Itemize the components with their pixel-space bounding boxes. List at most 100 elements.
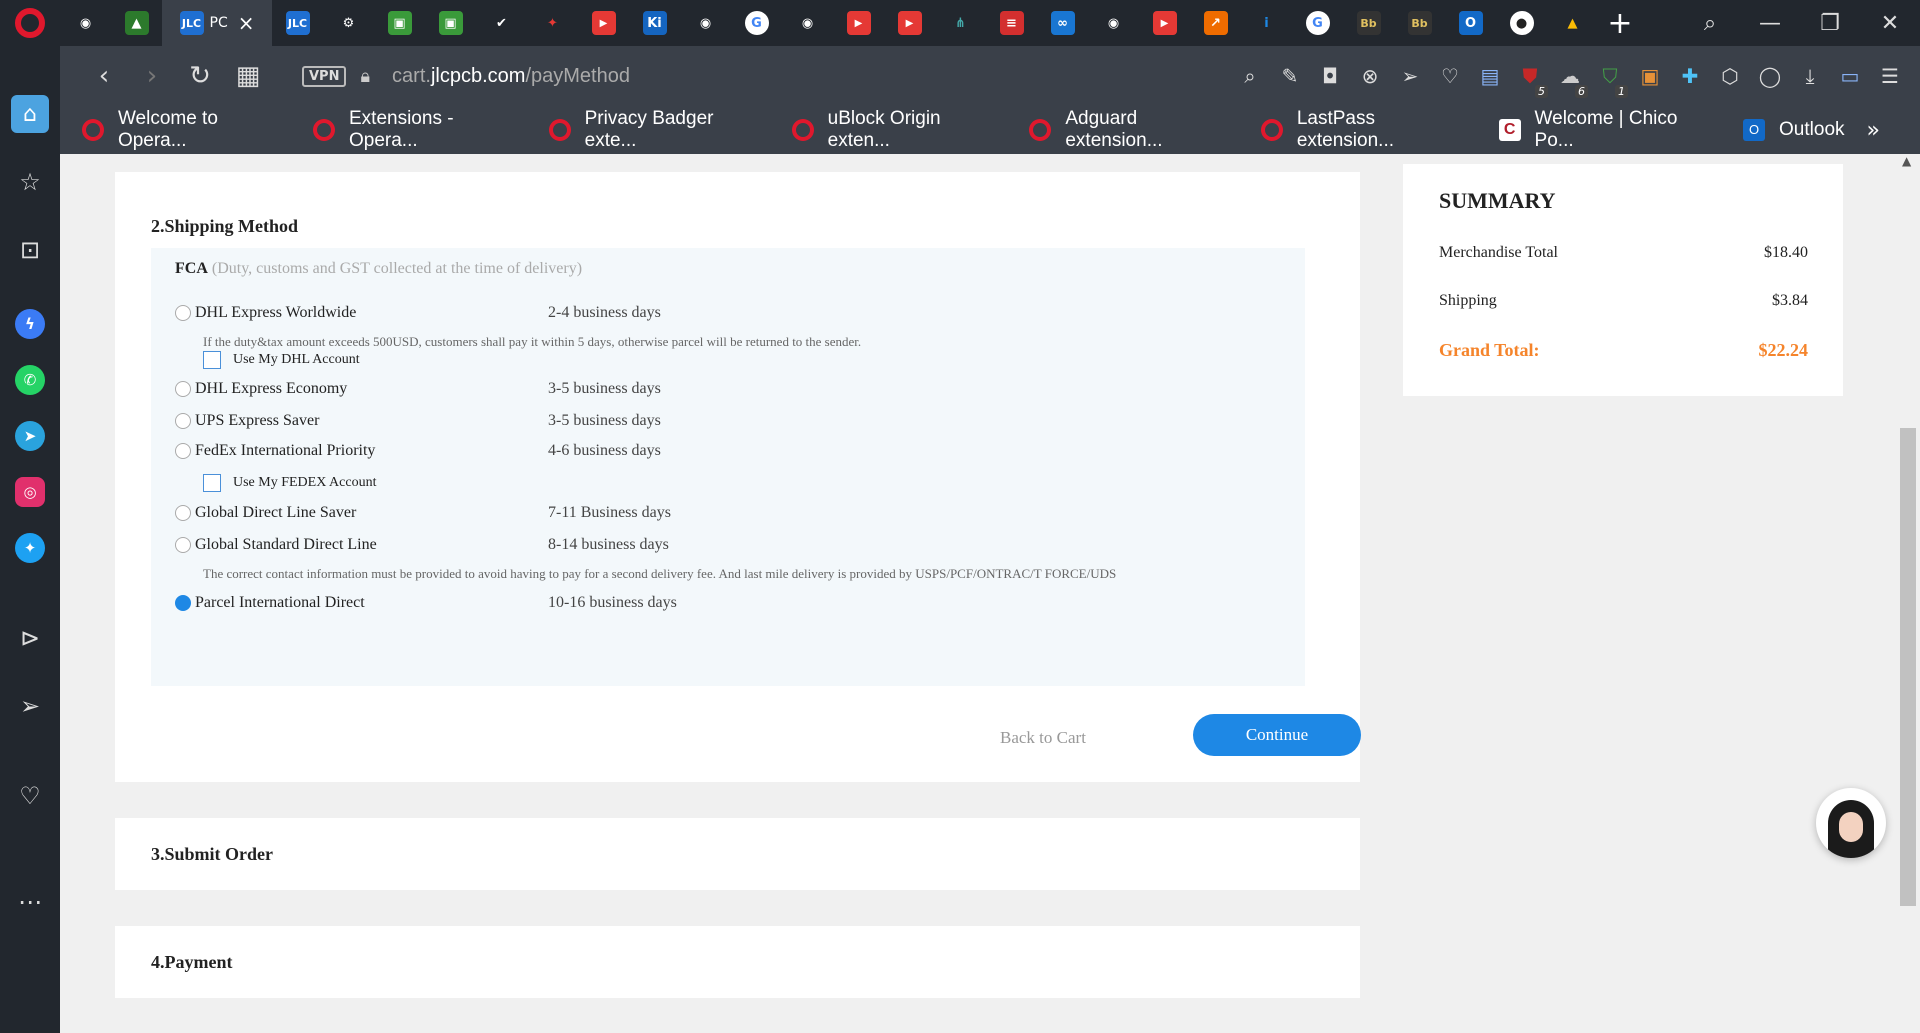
speed-dial-button[interactable]: ▦ xyxy=(224,61,272,91)
tab-network[interactable]: ⋔ xyxy=(935,0,986,46)
tab-outlook[interactable]: O xyxy=(1445,0,1496,46)
bookmark-item[interactable]: Privacy Badger exte... xyxy=(548,108,770,152)
scroll-up-icon[interactable]: ▲ xyxy=(1902,154,1911,168)
tab-google-2[interactable]: G xyxy=(1292,0,1343,46)
shipping-option[interactable]: Global Direct Line Saver xyxy=(175,504,547,522)
reload-button[interactable]: ↻ xyxy=(176,61,224,91)
bookmark-item[interactable]: O Outlook xyxy=(1743,119,1845,141)
forward-button[interactable]: › xyxy=(128,61,176,91)
bookmark-item[interactable]: LastPass extension... xyxy=(1260,108,1477,152)
sidebar-instagram[interactable]: ◎ xyxy=(0,464,60,520)
fedex-account-checkbox[interactable]: Use My FEDEX Account xyxy=(203,474,377,492)
back-to-cart-link[interactable]: Back to Cart xyxy=(1000,728,1086,748)
adblock-icon[interactable]: ☁ 6 xyxy=(1550,64,1590,98)
shipping-option[interactable]: FedEx International Priority xyxy=(175,442,547,460)
new-tab-button[interactable]: + xyxy=(1598,6,1642,41)
sidebar-player[interactable]: ⊳ xyxy=(0,610,60,666)
tab-check[interactable]: ✔ xyxy=(476,0,527,46)
sidebar-more[interactable]: ⋯ xyxy=(0,874,60,930)
page-scrollbar[interactable]: ▲ xyxy=(1896,154,1920,1033)
tab-orange[interactable]: ↗ xyxy=(1190,0,1241,46)
radio-button[interactable] xyxy=(175,305,191,321)
tab-youtube-4[interactable]: ▶ xyxy=(1139,0,1190,46)
heart-icon[interactable]: ♡ xyxy=(1430,64,1470,88)
box-icon[interactable]: ⬡ xyxy=(1710,64,1750,88)
shipping-option[interactable]: UPS Express Saver xyxy=(175,412,547,430)
radio-button[interactable] xyxy=(175,381,191,397)
download-icon[interactable]: ⤓ xyxy=(1790,64,1830,88)
tab-globe[interactable]: ◉ xyxy=(60,0,111,46)
shipping-option[interactable]: DHL Express Worldwide xyxy=(175,304,547,322)
puzzle-icon[interactable]: ✚ xyxy=(1670,64,1710,88)
sidebar-telegram[interactable]: ➤ xyxy=(0,408,60,464)
bookmarks-more-button[interactable]: » xyxy=(1867,118,1880,143)
zoom-icon[interactable]: ⌕ xyxy=(1230,64,1270,88)
tab-blue-2[interactable]: i xyxy=(1241,0,1292,46)
sidebar-flow[interactable]: ➢ xyxy=(0,678,60,734)
close-window-button[interactable]: ✕ xyxy=(1860,11,1920,36)
tab-ki[interactable]: Ki xyxy=(629,0,680,46)
sidebar-messenger[interactable]: ϟ xyxy=(0,296,60,352)
checkbox[interactable] xyxy=(203,474,221,492)
profile-icon[interactable]: ◯ xyxy=(1750,64,1790,88)
tab-youtube-3[interactable]: ▶ xyxy=(884,0,935,46)
tab-jlc-2[interactable]: JLC xyxy=(272,0,323,46)
ublock-icon[interactable]: ⛊ 5 xyxy=(1510,64,1550,98)
sidebar-whatsapp[interactable]: ✆ xyxy=(0,352,60,408)
tab-globe-4[interactable]: ◉ xyxy=(1088,0,1139,46)
radio-button[interactable] xyxy=(175,537,191,553)
adguard-icon[interactable]: ⛉ 1 xyxy=(1590,64,1630,98)
radio-button[interactable] xyxy=(175,505,191,521)
camera-icon[interactable]: ◘ xyxy=(1310,64,1350,88)
tab-youtube-2[interactable]: ▶ xyxy=(833,0,884,46)
radio-button-selected[interactable] xyxy=(175,595,191,611)
extension-icon[interactable]: ▣ xyxy=(1630,64,1670,88)
radio-button[interactable] xyxy=(175,413,191,429)
tab-green-2[interactable]: ▣ xyxy=(374,0,425,46)
sidebar-home[interactable]: ⌂ xyxy=(0,86,60,142)
sidebar-shopping[interactable]: ⊡ xyxy=(0,222,60,278)
shipping-option[interactable]: DHL Express Economy xyxy=(175,380,547,398)
tab-globe-3[interactable]: ◉ xyxy=(782,0,833,46)
bookmark-item[interactable]: uBlock Origin exten... xyxy=(791,108,1008,152)
vpn-badge[interactable]: VPN xyxy=(302,65,347,87)
sidebar-twitter[interactable]: ✦ xyxy=(0,520,60,576)
checkbox[interactable] xyxy=(203,351,221,369)
bookmark-item[interactable]: C Welcome | Chico Po... xyxy=(1498,108,1721,152)
tab-settings[interactable]: ⚙ xyxy=(323,0,374,46)
tab-green[interactable]: ▲ xyxy=(111,0,162,46)
continue-button[interactable]: Continue xyxy=(1193,714,1361,756)
edit-icon[interactable]: ✎ xyxy=(1270,64,1310,88)
sidebar-pinboard[interactable]: ♡ xyxy=(0,768,60,824)
battery-icon[interactable]: ▭ xyxy=(1830,64,1870,88)
shipping-option-selected[interactable]: Parcel International Direct xyxy=(175,594,547,612)
tab-google[interactable]: G xyxy=(731,0,782,46)
tab-globe-2[interactable]: ◉ xyxy=(680,0,731,46)
support-chat-avatar[interactable] xyxy=(1816,788,1886,858)
bookmark-item[interactable]: Welcome to Opera... xyxy=(82,108,291,152)
tab-jlcpcb[interactable]: JLC PC × xyxy=(162,0,272,46)
tab-youtube[interactable]: ▶ xyxy=(578,0,629,46)
tab-red[interactable]: ✦ xyxy=(527,0,578,46)
tab-github[interactable]: ● xyxy=(1496,0,1547,46)
minimize-button[interactable]: — xyxy=(1740,11,1800,36)
restore-button[interactable]: ❐ xyxy=(1800,11,1860,36)
tab-bb-2[interactable]: Bb xyxy=(1394,0,1445,46)
tab-green-3[interactable]: ▣ xyxy=(425,0,476,46)
scrollbar-thumb[interactable] xyxy=(1900,428,1916,906)
tab-close-icon[interactable]: × xyxy=(238,11,255,35)
tab-blue[interactable]: ∞ xyxy=(1037,0,1088,46)
block-icon[interactable]: ⊗ xyxy=(1350,64,1390,88)
shipping-option[interactable]: Global Standard Direct Line xyxy=(175,536,547,554)
easy-setup-icon[interactable]: ☰ xyxy=(1870,64,1910,88)
opera-menu-button[interactable] xyxy=(0,0,60,46)
back-button[interactable]: ‹ xyxy=(80,61,128,91)
tab-drive[interactable]: ▲ xyxy=(1547,0,1598,46)
tab-bb[interactable]: Bb xyxy=(1343,0,1394,46)
lock-icon[interactable]: 🔒︎ xyxy=(360,66,370,87)
bookmark-item[interactable]: Extensions - Opera... xyxy=(313,108,527,152)
tab-red-2[interactable]: ≡ xyxy=(986,0,1037,46)
sidebar-bookmarks[interactable]: ☆ xyxy=(0,154,60,210)
radio-button[interactable] xyxy=(175,443,191,459)
send-icon[interactable]: ➢ xyxy=(1390,64,1430,88)
